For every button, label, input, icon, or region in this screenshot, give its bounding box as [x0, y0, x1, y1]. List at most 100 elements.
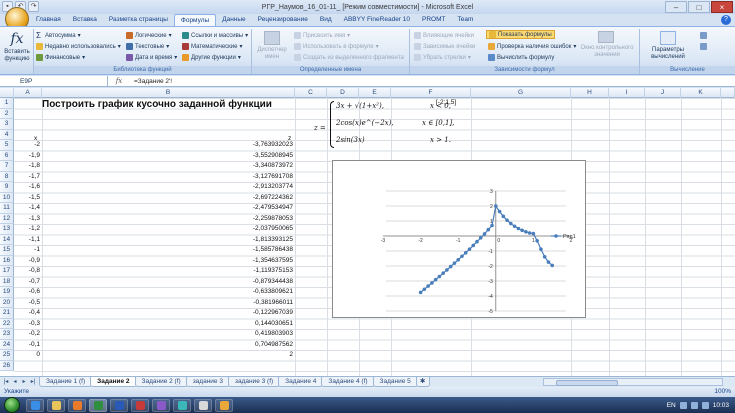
row-header[interactable]: 19 [0, 287, 14, 298]
minimize-button[interactable]: – [665, 1, 687, 13]
column-header[interactable]: G [471, 88, 571, 98]
tab-review[interactable]: Рецензирование [252, 14, 314, 26]
row-header[interactable]: 23 [0, 329, 14, 340]
tab-home[interactable]: Главная [30, 14, 67, 26]
cell-x[interactable]: -1,1 [14, 235, 40, 246]
cell-x[interactable]: 0 [14, 350, 40, 361]
cell-x[interactable]: -1,4 [14, 203, 40, 214]
cell-z[interactable]: -3,127691708 [42, 172, 293, 183]
cell-x[interactable]: -0,4 [14, 308, 40, 319]
cell-z[interactable]: -3,340873972 [42, 161, 293, 172]
cell-x[interactable]: -0,8 [14, 266, 40, 277]
trace-dependents-button[interactable]: Зависимые ячейки [414, 42, 475, 51]
sheet-tab[interactable]: Задание 1 (f) [39, 377, 93, 387]
date-time-button[interactable]: Дата и время ▾ [126, 53, 177, 62]
calc-now-button[interactable] [700, 31, 707, 40]
help-icon[interactable]: ? [721, 15, 731, 25]
cell-x[interactable]: -0,7 [14, 277, 40, 288]
prev-sheet-icon[interactable]: ◂ [11, 378, 19, 386]
taskbar-app-ie[interactable] [26, 398, 44, 412]
sheet-title[interactable]: Построить график кусочно заданной функци… [42, 99, 272, 111]
tab-view[interactable]: Вид [314, 14, 338, 26]
row-header[interactable]: 6 [0, 150, 14, 161]
worksheet-grid[interactable]: A B C D E F G H I J K 1 2 3 4 5 6 7 8 9 10 11 12 13 1… [0, 88, 735, 376]
row-header[interactable]: 15 [0, 245, 14, 256]
error-checking-button[interactable]: Проверка наличия ошибок ▾ [488, 42, 576, 51]
column-header[interactable]: C [295, 88, 327, 98]
taskbar-app-7[interactable] [152, 398, 170, 412]
row-header[interactable]: 5 [0, 140, 14, 151]
cell-x[interactable]: -0,9 [14, 256, 40, 267]
cell-x[interactable]: -1,9 [14, 151, 40, 162]
cell-x[interactable]: -0,1 [14, 340, 40, 351]
insert-function-button[interactable]: Вставить функцию [1, 49, 33, 63]
cell-z[interactable]: -2,259878053 [42, 214, 293, 225]
autosum-button[interactable]: Σ Автосумма ▾ [36, 31, 81, 40]
logical-button[interactable]: Логические ▾ [126, 31, 172, 40]
cell-z[interactable]: -1,813393125 [42, 235, 293, 246]
row-header[interactable]: 26 [0, 360, 14, 371]
evaluate-formula-button[interactable]: Вычислить формулу [488, 53, 554, 62]
cell-z[interactable]: 0,419803903 [42, 329, 293, 340]
last-sheet-icon[interactable]: ▸| [29, 378, 37, 386]
volume-icon[interactable] [690, 401, 698, 409]
calc-sheet-button[interactable] [700, 42, 707, 51]
add-sheet-icon[interactable]: ✱ [415, 377, 430, 387]
cell-x[interactable]: -1,8 [14, 161, 40, 172]
taskbar-app-excel[interactable] [89, 398, 107, 412]
cell-z[interactable]: -2,913203774 [42, 182, 293, 193]
cell-x[interactable]: -2 [14, 140, 40, 151]
clock[interactable]: 10:03 [713, 402, 729, 409]
text-button[interactable]: Текстовые ▾ [126, 42, 169, 51]
cell-z[interactable]: 0,144030651 [42, 319, 293, 330]
cell-x[interactable]: -0,2 [14, 329, 40, 340]
column-header[interactable]: D [327, 88, 359, 98]
function-icon[interactable]: fx [9, 31, 25, 47]
cell-z[interactable]: -3,552908945 [42, 151, 293, 162]
flag-icon[interactable] [701, 401, 709, 409]
column-header[interactable]: B [42, 88, 295, 98]
cell-z[interactable]: -0,381966011 [42, 298, 293, 309]
create-from-selection-button[interactable]: Создать из выделенного фрагмента [294, 53, 404, 62]
tab-abbyy[interactable]: ABBYY FineReader 10 [338, 14, 416, 26]
name-box[interactable]: E9P [0, 75, 108, 87]
horizontal-scrollbar[interactable] [543, 378, 723, 386]
cell-z[interactable]: 0,704987562 [42, 340, 293, 351]
row-header[interactable]: 20 [0, 297, 14, 308]
column-header[interactable]: J [645, 88, 681, 98]
column-header[interactable]: F [391, 88, 471, 98]
cell-z[interactable]: -3,763932023 [42, 140, 293, 151]
taskbar-app-word[interactable] [110, 398, 128, 412]
row-header[interactable]: 25 [0, 350, 14, 361]
network-icon[interactable] [679, 401, 687, 409]
cell-x[interactable]: -0,6 [14, 287, 40, 298]
taskbar-app-explorer[interactable] [47, 398, 65, 412]
taskbar-app-9[interactable] [194, 398, 212, 412]
row-header[interactable]: 21 [0, 308, 14, 319]
close-button[interactable]: × [711, 1, 733, 13]
name-manager-button[interactable]: Диспетчер имен [254, 47, 290, 61]
column-header[interactable]: A [14, 88, 42, 98]
row-header[interactable]: 8 [0, 171, 14, 182]
cell-z[interactable]: -0,633809621 [42, 287, 293, 298]
column-header[interactable]: H [571, 88, 609, 98]
office-button[interactable] [2, 7, 30, 31]
cell-z[interactable]: -1,119375153 [42, 266, 293, 277]
use-in-formula-button[interactable]: Использовать в формуле ▾ [294, 42, 379, 51]
financial-button[interactable]: Финансовые ▾ [36, 53, 85, 62]
cell-x[interactable]: -0,5 [14, 298, 40, 309]
define-name-button[interactable]: Присвоить имя ▾ [294, 31, 350, 40]
cell-z[interactable]: -1,585786438 [42, 245, 293, 256]
formula-input[interactable]: =Задание 2'! [130, 78, 172, 85]
sheet-tab[interactable]: задание 3 [185, 377, 230, 387]
recent-button[interactable]: Недавно использовались ▾ [36, 42, 121, 51]
sheet-tab[interactable]: Задание 2 (f) [134, 377, 188, 387]
redo-icon[interactable]: ↷ [28, 1, 39, 12]
first-sheet-icon[interactable]: |◂ [2, 378, 10, 386]
row-header[interactable]: 11 [0, 203, 14, 214]
select-all-corner[interactable] [0, 88, 14, 98]
tab-data[interactable]: Данные [216, 14, 251, 26]
sheet-tab[interactable]: Задание 4 [278, 377, 324, 387]
calc-options-button[interactable]: Параметры вычислений [642, 47, 694, 61]
math-button[interactable]: Математические ▾ [182, 42, 243, 51]
